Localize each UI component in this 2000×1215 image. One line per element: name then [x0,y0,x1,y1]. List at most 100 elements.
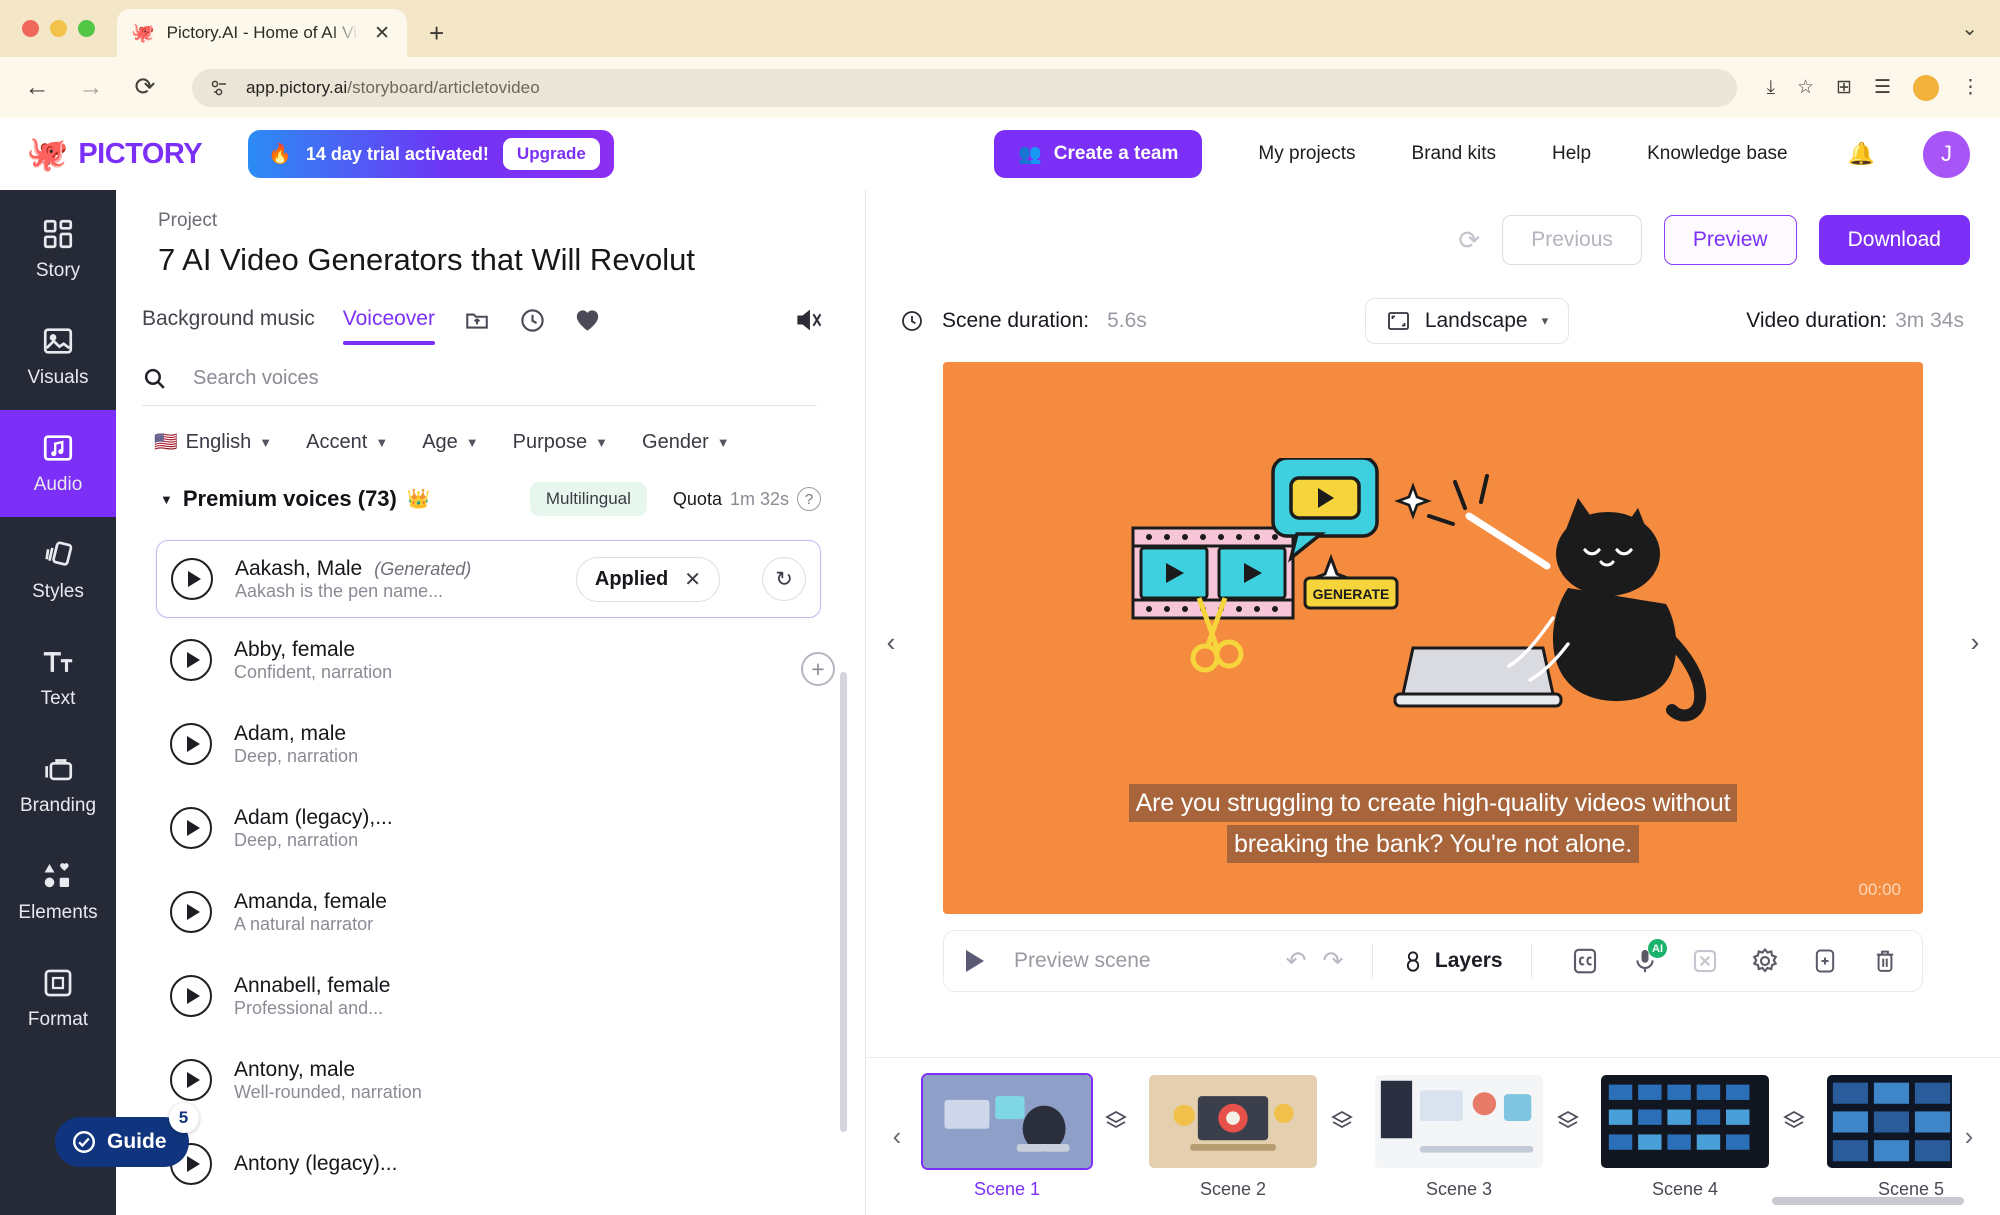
captions-cc-button[interactable] [1568,944,1602,978]
pictory-logo[interactable]: 🐙 PICTORY [26,137,203,171]
filter-accent[interactable]: Accent ▼ [306,431,388,454]
voice-list-item[interactable]: Adam (legacy),... Deep, narration [156,786,821,870]
redo-icon[interactable]: ↷ [1323,948,1344,974]
upgrade-button[interactable]: Upgrade [502,138,600,170]
voice-list-item[interactable]: Amanda, female A natural narrator [156,870,821,954]
site-settings-icon[interactable] [210,78,230,98]
orientation-dropdown[interactable]: Landscape ▾ [1364,298,1570,344]
scene-thumbnail[interactable] [921,1073,1093,1170]
voice-list-item[interactable]: Antony, male Well-rounded, narration [156,1038,821,1122]
project-title[interactable]: 7 AI Video Generators that Will Revolut [158,242,865,278]
play-icon[interactable] [170,975,212,1017]
filmstrip-prev-arrow[interactable]: ‹ [880,1121,914,1152]
notification-bell-icon[interactable]: 🔔 [1848,141,1875,167]
voice-list-item[interactable]: Adam, male Deep, narration [156,702,821,786]
nav-brand-kits[interactable]: Brand kits [1412,143,1496,165]
rail-item-audio[interactable]: Audio [0,410,116,517]
play-icon[interactable] [170,891,212,933]
voice-list-item[interactable]: Antony (legacy)... [156,1122,821,1206]
nav-my-projects[interactable]: My projects [1258,143,1355,165]
scene-thumbnail[interactable] [1373,1073,1545,1170]
rail-item-text[interactable]: Text [0,624,116,731]
play-icon[interactable] [170,807,212,849]
next-scene-arrow[interactable]: › [1951,618,1999,666]
nav-help[interactable]: Help [1552,143,1591,165]
filmstrip-scrollbar[interactable] [1772,1197,1964,1205]
extensions-icon[interactable]: ⊞ [1836,78,1852,97]
preview-scene-play-icon[interactable] [966,950,984,972]
scene-thumbnail[interactable] [1599,1073,1771,1170]
layers-button[interactable]: Layers [1401,949,1503,973]
guide-button[interactable]: Guide 5 [55,1103,199,1167]
new-tab-icon[interactable]: + [429,18,444,49]
browser-tab[interactable]: 🐙 Pictory.AI - Home of AI Video ✕ [117,9,407,57]
previous-scene-arrow[interactable]: ‹ [867,618,915,666]
voiceover-mic-button[interactable]: AI [1628,939,1667,978]
voice-list-item[interactable]: Abby, female Confident, narration [156,618,821,702]
back-icon[interactable]: ← [20,75,54,100]
voice-list-item[interactable]: Aakash, Male (Generated) Aakash is the p… [156,540,821,618]
scene-layers-icon[interactable] [1104,1109,1128,1139]
applied-chip[interactable]: Applied ✕ [575,556,720,602]
address-bar[interactable]: app.pictory.ai/storyboard/articletovideo [192,68,1737,107]
nav-knowledge-base[interactable]: Knowledge base [1647,143,1788,165]
reading-list-icon[interactable]: ☰ [1874,78,1891,97]
history-clock-icon[interactable] [519,307,546,346]
add-scene-before-button[interactable]: + [801,652,835,686]
rail-item-elements[interactable]: Elements [0,838,116,945]
search-voices-input[interactable] [193,367,817,390]
browser-profile-avatar[interactable] [1913,74,1939,101]
play-icon[interactable] [170,639,212,681]
close-tab-icon[interactable]: ✕ [371,24,393,43]
maximize-window-button[interactable] [78,20,95,37]
scene-settings-button[interactable] [1748,944,1782,978]
delete-scene-button[interactable] [1868,944,1902,978]
bookmark-star-icon[interactable]: ☆ [1797,78,1814,97]
filter-purpose[interactable]: Purpose ▼ [513,431,608,454]
browser-menu-icon[interactable]: ⋮ [1961,78,1980,97]
upload-folder-icon[interactable] [463,307,491,345]
rail-item-format[interactable]: Format [0,945,116,1052]
scene-thumbnail[interactable] [1825,1073,1952,1170]
rail-item-story[interactable]: Story [0,196,116,303]
remove-applied-icon[interactable]: ✕ [684,567,701,592]
preview-scene-label[interactable]: Preview scene [1014,949,1151,973]
quota-help-icon[interactable]: ? [797,487,821,511]
mixer-icon[interactable] [795,307,825,345]
favorite-heart-icon[interactable] [574,308,601,345]
filter-gender[interactable]: Gender ▼ [642,431,730,454]
scene-thumbnail[interactable] [1147,1073,1319,1170]
download-button[interactable]: Download [1818,215,1970,265]
voice-list-item[interactable]: Annabell, female Professional and... [156,954,821,1038]
duplicate-scene-button[interactable] [1808,944,1842,978]
trial-banner[interactable]: 🔥 14 day trial activated! Upgrade [248,130,614,178]
undo-icon[interactable]: ↶ [1286,948,1307,974]
reload-icon[interactable]: ⟳ [128,75,162,100]
user-avatar[interactable]: J [1923,130,1970,178]
autosave-refresh-icon[interactable]: ⟳ [1458,225,1480,256]
scene-caption[interactable]: Are you struggling to create high-qualit… [943,784,1923,866]
window-chevron-icon[interactable]: ⌄ [1961,16,1978,41]
rail-item-branding[interactable]: Branding [0,731,116,838]
scene-layers-icon[interactable] [1556,1109,1580,1139]
trim-scissors-button[interactable] [1688,944,1722,978]
window-traffic-lights[interactable] [22,0,117,57]
regenerate-icon[interactable]: ↻ [762,557,806,601]
voice-list-scrollbar[interactable] [840,672,847,1132]
minimize-window-button[interactable] [50,20,67,37]
close-window-button[interactable] [22,20,39,37]
filter-age[interactable]: Age ▼ [422,431,478,454]
rail-item-styles[interactable]: Styles [0,517,116,624]
tab-voiceover[interactable]: Voiceover [342,307,436,345]
rail-item-visuals[interactable]: Visuals [0,303,116,410]
previous-button[interactable]: Previous [1502,215,1642,265]
play-icon[interactable] [171,558,213,600]
create-team-button[interactable]: 👥 Create a team [994,130,1203,178]
filter-language[interactable]: 🇺🇸 English ▼ [154,430,272,454]
play-icon[interactable] [170,1059,212,1101]
preview-button[interactable]: Preview [1663,215,1797,265]
collapse-caret-icon[interactable]: ▼ [160,492,173,507]
install-app-icon[interactable]: ⤓ [1767,78,1775,97]
multilingual-badge[interactable]: Multilingual [529,482,647,516]
scene-layers-icon[interactable] [1782,1109,1806,1139]
